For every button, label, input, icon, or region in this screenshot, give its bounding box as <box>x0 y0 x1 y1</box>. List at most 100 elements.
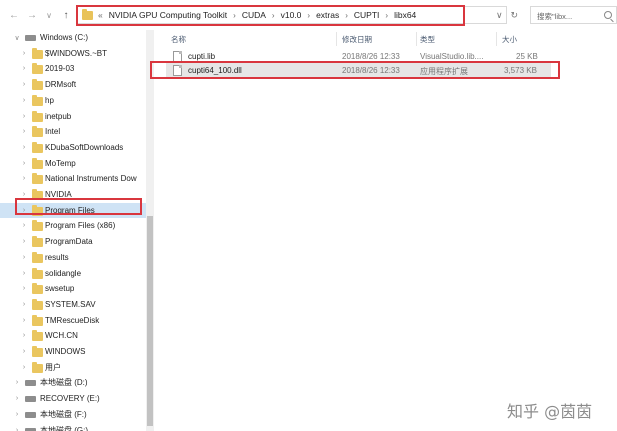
folder-icon <box>32 110 43 122</box>
address-actions: ∨ ↻ <box>492 6 522 24</box>
tree-item-label: TMRescueDisk <box>45 315 100 325</box>
tree-item-label: MoTemp <box>45 158 76 168</box>
navigation-tree: ∨ Windows (C:) › $WINDOWS.~BT › 2019-03 › DRMso… <box>0 30 146 431</box>
folder-icon <box>32 251 43 263</box>
tree-item-label: 用户 <box>45 362 61 372</box>
drive-icon <box>25 411 36 418</box>
column-header-size[interactable]: 大小 <box>502 34 517 45</box>
chevron-right-icon[interactable]: › <box>13 427 21 431</box>
column-divider[interactable] <box>496 32 497 46</box>
tree-item-label: 2019-03 <box>45 64 75 74</box>
tree-item-label: WCH.CN <box>45 331 78 341</box>
file-name: cupti.lib <box>188 52 216 61</box>
chevron-down-icon[interactable]: ∨ <box>13 34 21 42</box>
tree-item-label: 本地磁盘 (G:) <box>40 425 88 431</box>
program-files-highlight-box <box>15 198 142 215</box>
folder-icon <box>32 298 43 310</box>
folder-icon <box>32 79 43 91</box>
chevron-right-icon[interactable]: › <box>13 395 21 402</box>
tree-item[interactable]: › 本地磁盘 (G:) <box>0 423 146 431</box>
back-arrow-icon[interactable]: ← <box>8 9 20 21</box>
forward-arrow-icon[interactable]: → <box>26 9 38 21</box>
tree-scrollbar[interactable] <box>146 30 154 431</box>
tree-item[interactable]: › TMRescueDisk <box>0 313 146 328</box>
chevron-right-icon[interactable]: › <box>20 65 28 72</box>
tree-item[interactable]: › 本地磁盘 (F:) <box>0 407 146 422</box>
chevron-right-icon[interactable]: › <box>20 128 28 135</box>
tree-item[interactable]: › 用户 <box>0 360 146 375</box>
recent-locations-chevron-icon[interactable]: ∨ <box>43 9 55 21</box>
tree-item[interactable]: › 2019-03 <box>0 61 146 76</box>
chevron-right-icon[interactable]: › <box>20 364 28 371</box>
column-divider[interactable] <box>416 32 417 46</box>
up-arrow-icon[interactable]: ↑ <box>60 9 72 21</box>
tree-item[interactable]: › results <box>0 250 146 265</box>
tree-item[interactable]: › National Instruments Dow <box>0 171 146 186</box>
tree-item-label: Program Files (x86) <box>45 221 116 231</box>
tree-item[interactable]: › $WINDOWS.~BT <box>0 46 146 61</box>
chevron-right-icon[interactable]: › <box>13 411 21 418</box>
chevron-right-icon[interactable]: › <box>20 238 28 245</box>
file-type: VisualStudio.lib.... <box>420 52 484 61</box>
tree-item[interactable]: › MoTemp <box>0 156 146 171</box>
tree-item[interactable]: › inetpub <box>0 109 146 124</box>
tree-item-label: DRMsoft <box>45 80 77 90</box>
chevron-right-icon[interactable]: › <box>20 160 28 167</box>
tree-item[interactable]: › DRMsoft <box>0 77 146 92</box>
tree-item-label: ProgramData <box>45 237 93 247</box>
tree-item[interactable]: › Intel <box>0 124 146 139</box>
chevron-right-icon[interactable]: › <box>20 191 28 198</box>
refresh-icon[interactable]: ↻ <box>510 10 518 21</box>
dll-highlight-box <box>150 61 560 79</box>
chevron-right-icon[interactable]: › <box>20 348 28 355</box>
tree-item-label: solidangle <box>45 268 82 278</box>
tree-item-label: SYSTEM.SAV <box>45 299 96 309</box>
column-header-modified[interactable]: 修改日期 <box>342 34 372 45</box>
folder-icon <box>32 346 43 357</box>
tree-item[interactable]: › KDubaSoftDownloads <box>0 140 146 155</box>
chevron-right-icon[interactable]: › <box>20 270 28 277</box>
address-highlight-box <box>76 5 465 26</box>
tree-item-label: results <box>45 252 69 262</box>
drive-icon <box>25 35 36 41</box>
tree-item-label: swsetup <box>45 284 75 294</box>
search-box[interactable]: 搜索"libx... <box>530 6 617 24</box>
tree-item[interactable]: › solidangle <box>0 266 146 281</box>
chevron-right-icon[interactable]: › <box>20 97 28 104</box>
chevron-right-icon[interactable]: › <box>20 301 28 308</box>
chevron-right-icon[interactable]: › <box>20 285 28 292</box>
chevron-right-icon[interactable]: › <box>20 50 28 57</box>
drive-icon <box>25 396 36 403</box>
file-size: 25 KB <box>516 52 538 61</box>
tree-item[interactable]: › ProgramData <box>0 234 146 249</box>
tree-item[interactable]: › hp <box>0 93 146 108</box>
search-placeholder: 搜索"libx... <box>537 12 573 21</box>
tree-item[interactable]: › Program Files (x86) <box>0 218 146 233</box>
tree-item[interactable]: › 本地磁盘 (D:) <box>0 375 146 390</box>
tree-item[interactable]: ∨ Windows (C:) <box>0 30 146 45</box>
column-header-type[interactable]: 类型 <box>420 34 435 45</box>
chevron-right-icon[interactable]: › <box>13 379 21 386</box>
folder-icon <box>32 283 43 295</box>
column-header-name[interactable]: 名称 <box>171 34 186 45</box>
folder-icon <box>32 314 43 326</box>
folder-icon <box>32 361 43 373</box>
chevron-right-icon[interactable]: › <box>20 113 28 120</box>
column-divider[interactable] <box>336 32 337 46</box>
chevron-right-icon[interactable]: › <box>20 175 28 182</box>
tree-item[interactable]: › RECOVERY (E:) <box>0 391 146 406</box>
search-icon[interactable] <box>604 11 612 19</box>
tree-item[interactable]: › WCH.CN <box>0 328 146 343</box>
tree-item[interactable]: › SYSTEM.SAV <box>0 297 146 312</box>
chevron-right-icon[interactable]: › <box>20 144 28 151</box>
tree-item[interactable]: › WINDOWS <box>0 344 146 359</box>
chevron-right-icon[interactable]: › <box>20 332 28 339</box>
scrollbar-thumb[interactable] <box>147 216 153 426</box>
chevron-right-icon[interactable]: › <box>20 222 28 229</box>
tree-item[interactable]: › swsetup <box>0 281 146 296</box>
chevron-right-icon[interactable]: › <box>20 81 28 88</box>
tree-item-label: WINDOWS <box>45 347 86 356</box>
chevron-right-icon[interactable]: › <box>20 317 28 324</box>
chevron-right-icon[interactable]: › <box>20 254 28 261</box>
address-dropdown-icon[interactable]: ∨ <box>496 10 503 21</box>
